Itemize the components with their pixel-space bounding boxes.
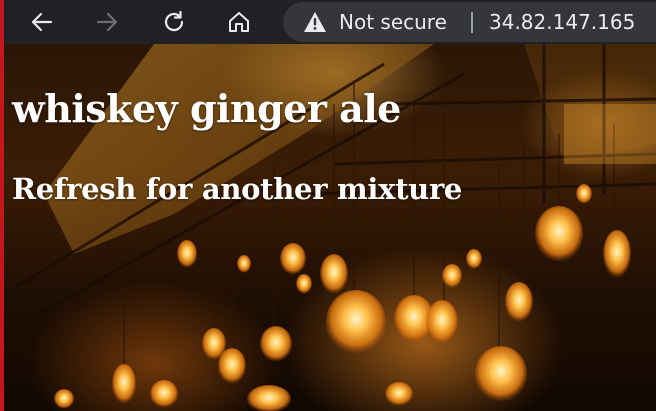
- forward-button[interactable]: [89, 4, 125, 40]
- home-button[interactable]: [221, 4, 257, 40]
- address-bar[interactable]: Not secure 34.82.147.165: [283, 2, 656, 42]
- arrow-right-icon: [94, 9, 120, 35]
- page-content: whiskey ginger ale Refresh for another m…: [4, 44, 656, 411]
- reload-button[interactable]: [156, 4, 192, 40]
- browser-toolbar: Not secure 34.82.147.165: [0, 0, 656, 44]
- reload-icon: [161, 9, 187, 35]
- security-status-label[interactable]: Not secure: [339, 10, 447, 34]
- drink-name-heading: whiskey ginger ale: [12, 86, 401, 131]
- refresh-hint-heading: Refresh for another mixture: [12, 172, 463, 206]
- arrow-left-icon: [29, 9, 55, 35]
- home-icon: [226, 9, 252, 35]
- url-text[interactable]: 34.82.147.165: [489, 10, 635, 34]
- browser-window: Not secure 34.82.147.165 whiskey ginger …: [0, 0, 656, 411]
- back-button[interactable]: [24, 4, 60, 40]
- window-edge: [0, 0, 4, 411]
- warning-triangle-icon[interactable]: [303, 11, 327, 37]
- address-divider: [471, 12, 473, 33]
